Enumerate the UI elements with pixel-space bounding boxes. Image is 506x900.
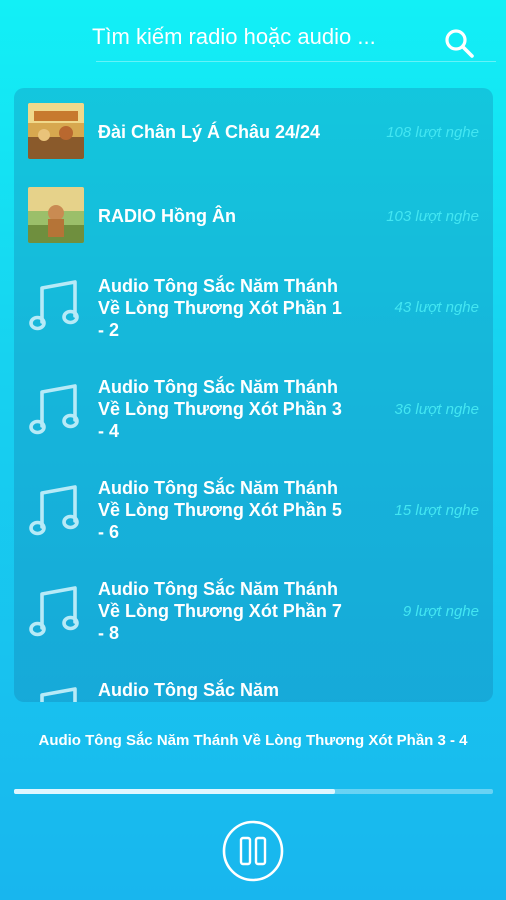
music-note-icon: [29, 384, 79, 435]
list-item-title: Audio Tông Sắc Năm: [98, 680, 280, 700]
now-playing-title: Audio Tông Sắc Năm Thánh Về Lòng Thương …: [38, 732, 468, 749]
search-divider: [96, 61, 496, 62]
pause-icon: [239, 836, 267, 866]
list-item-title: Đài Chân Lý Á Châu 24/24: [98, 122, 321, 142]
list-item[interactable]: Audio Tông Sắc Năm Thánh Về Lòng Thương …: [14, 256, 493, 366]
progress-bar[interactable]: [14, 789, 493, 794]
list-item[interactable]: RADIO Hồng Ân 103 lượt nghe: [14, 176, 493, 256]
audio-list[interactable]: Đài Chân Lý Á Châu 24/24 108 lượt nghe R…: [14, 88, 493, 702]
progress-fill: [14, 789, 335, 794]
list-item-title: Audio Tông Sắc Năm Thánh Về Lòng Thương …: [98, 276, 342, 340]
list-item[interactable]: Audio Tông Sắc Năm Thánh Về Lòng Thương …: [14, 366, 493, 467]
listen-count: 108 lượt nghe: [386, 124, 479, 141]
music-note-icon: [29, 586, 79, 637]
listen-count: 36 lượt nghe: [394, 401, 479, 418]
list-item[interactable]: Audio Tông Sắc Năm: [14, 669, 493, 702]
search-bar: Tìm kiếm radio hoặc audio ...: [0, 0, 506, 62]
listen-count: 43 lượt nghe: [394, 299, 479, 316]
radio-thumbnail: [28, 187, 84, 243]
pause-button[interactable]: [222, 820, 284, 882]
music-note-icon: [40, 687, 77, 702]
list-item[interactable]: Đài Chân Lý Á Châu 24/24 108 lượt nghe: [14, 88, 493, 176]
list-item-title: Audio Tông Sắc Năm Thánh Về Lòng Thương …: [98, 377, 342, 441]
listen-count: 103 lượt nghe: [386, 208, 479, 225]
search-input[interactable]: Tìm kiếm radio hoặc audio ...: [92, 24, 422, 50]
list-item-title: RADIO Hồng Ân: [98, 206, 236, 226]
list-item-title: Audio Tông Sắc Năm Thánh Về Lòng Thương …: [98, 478, 342, 542]
music-note-icon: [29, 280, 79, 331]
listen-count: 9 lượt nghe: [402, 603, 479, 620]
search-icon[interactable]: [442, 26, 476, 60]
listen-count: 15 lượt nghe: [394, 502, 479, 519]
list-item-title: Audio Tông Sắc Năm Thánh Về Lòng Thương …: [98, 579, 342, 643]
list-item[interactable]: Audio Tông Sắc Năm Thánh Về Lòng Thương …: [14, 568, 493, 669]
radio-thumbnail: [28, 103, 84, 159]
list-item[interactable]: Audio Tông Sắc Năm Thánh Về Lòng Thương …: [14, 467, 493, 568]
music-note-icon: [29, 485, 79, 536]
